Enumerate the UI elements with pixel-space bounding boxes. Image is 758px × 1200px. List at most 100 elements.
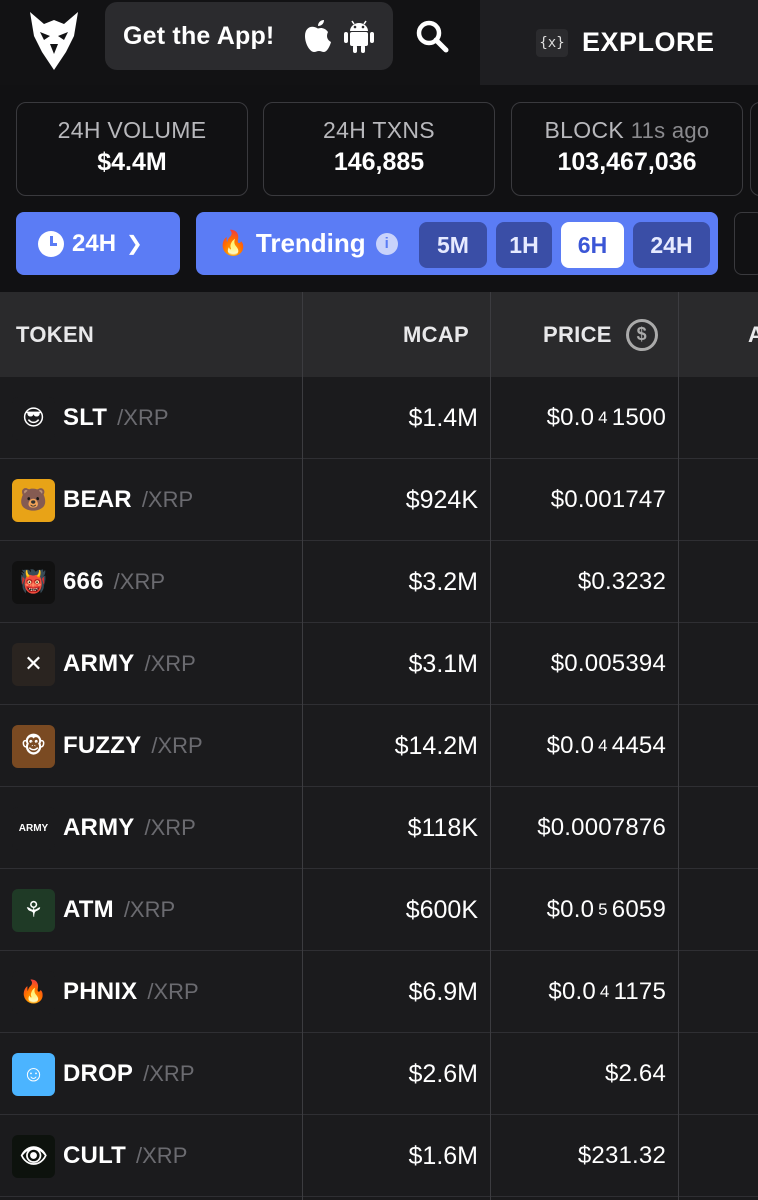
token-symbol: PHNIX	[63, 978, 138, 1005]
segment-24h[interactable]: 24H	[633, 222, 710, 268]
stat-label: BLOCK 11s ago	[544, 117, 710, 143]
search-icon[interactable]	[414, 18, 450, 54]
price-main: $2.64	[604, 1060, 666, 1087]
stat-block: BLOCK 11s ago 103,467,036	[511, 102, 743, 196]
token-symbol: ARMY	[63, 814, 135, 841]
table-row[interactable]: ⚘ ATM/XRP $600K $0.0 5 6059	[0, 869, 758, 951]
price-main: $0.0	[546, 404, 595, 431]
filter-edge[interactable]	[734, 212, 758, 275]
table-row[interactable]: ARMY ARMY/XRP $118K $0.0007876	[0, 787, 758, 869]
get-app-button[interactable]: Get the App!	[105, 2, 393, 70]
mcap-cell: $2.6M	[408, 1059, 478, 1088]
token-cell[interactable]: ARMY ARMY/XRP	[12, 787, 196, 869]
explore-label: EXPLORE	[582, 27, 715, 57]
price-main: $0.0	[546, 896, 595, 923]
token-avatar: ☺	[12, 1052, 55, 1096]
token-cell[interactable]: ⚘ ATM/XRP	[12, 869, 175, 951]
stat-value: 146,885	[333, 148, 425, 176]
token-symbol: ATM	[63, 896, 114, 923]
token-cell[interactable]: 😎 SLT/XRP	[12, 377, 169, 459]
token-cell[interactable]: 🔥 PHNIX/XRP	[12, 951, 199, 1033]
price-cell: $0.0 4 1175	[548, 951, 666, 1033]
top-bar: Get the App! {x} EXPLORE	[0, 0, 758, 85]
token-pair: /XRP	[143, 1061, 195, 1086]
info-icon[interactable]: i	[375, 232, 398, 255]
price-rest: 6059	[611, 896, 666, 923]
get-app-label: Get the App!	[123, 21, 275, 50]
table-row[interactable]: 👹 666/XRP $3.2M $0.3232	[0, 541, 758, 623]
trending-filter[interactable]: 🔥 Trending i 5M 1H 6H 24H	[196, 212, 718, 275]
apple-icon	[305, 20, 331, 52]
price-cell: $2.64	[605, 1033, 666, 1115]
token-symbol: DROP	[63, 1060, 134, 1087]
header-price-label: PRICE	[543, 321, 612, 347]
stats-area: 24H VOLUME $4.4M 24H TXNS 146,885 BLOCK …	[0, 85, 758, 292]
token-symbol: SLT	[63, 404, 108, 431]
price-main: $0.0007876	[537, 814, 666, 841]
stat-24h-txns: 24H TXNS 146,885	[263, 102, 495, 196]
table-row[interactable]: 👁 CULT/XRP $1.6M $231.32	[0, 1115, 758, 1197]
mcap-cell: $3.1M	[408, 649, 478, 678]
token-cell[interactable]: ☺ DROP/XRP	[12, 1033, 195, 1115]
token-cell[interactable]: ✕ ARMY/XRP	[12, 623, 196, 705]
header-next[interactable]: A	[748, 292, 758, 377]
header-token[interactable]: TOKEN	[16, 292, 94, 377]
column-divider	[302, 292, 303, 377]
mcap-cell: $3.2M	[408, 567, 478, 596]
price-zero-count: 4	[598, 408, 608, 427]
stat-label: 24H VOLUME	[57, 117, 207, 143]
header-price[interactable]: PRICE $	[543, 292, 658, 377]
owl-logo-icon[interactable]	[26, 8, 82, 72]
price-zero-count: 4	[598, 736, 608, 755]
price-main: $0.005394	[550, 650, 666, 677]
header-mcap[interactable]: MCAP	[403, 292, 469, 377]
mcap-cell: $924K	[405, 485, 478, 514]
table-row[interactable]: 🐵 FUZZY/XRP $14.2M $0.0 4 4454	[0, 705, 758, 787]
token-avatar: ✕	[12, 642, 55, 686]
price-main: $231.32	[577, 1142, 666, 1169]
segment-6h[interactable]: 6H	[561, 222, 624, 268]
timeframe-dropdown[interactable]: 24H ❯	[16, 212, 180, 275]
token-pair: /XRP	[151, 733, 203, 758]
currency-toggle-icon[interactable]: $	[625, 318, 658, 351]
stat-24h-volume: 24H VOLUME $4.4M	[16, 102, 248, 196]
token-pair: /XRP	[141, 487, 194, 512]
mcap-cell: $118K	[407, 813, 478, 842]
token-symbol: FUZZY	[63, 732, 142, 759]
price-cell: $0.0 4 1500	[547, 377, 666, 459]
mcap-cell: $1.4M	[408, 403, 478, 432]
table-row[interactable]: 🔥 PHNIX/XRP $6.9M $0.0 4 1175	[0, 951, 758, 1033]
price-main: $0.0	[548, 978, 596, 1005]
mcap-cell: $6.9M	[408, 977, 478, 1006]
timeframe-label: 24H	[72, 229, 117, 257]
column-divider	[302, 377, 303, 1200]
table-row[interactable]: 🐻 BEAR/XRP $924K $0.001747	[0, 459, 758, 541]
android-icon	[344, 20, 374, 53]
stat-label: 24H TXNS	[323, 117, 435, 143]
token-cell[interactable]: 👁 CULT/XRP	[12, 1115, 187, 1197]
trending-toggle[interactable]: 🔥 Trending i	[218, 212, 398, 275]
segment-5m[interactable]: 5M	[419, 222, 487, 268]
token-cell[interactable]: 🐻 BEAR/XRP	[12, 459, 193, 541]
table-row[interactable]: ✕ ARMY/XRP $3.1M $0.005394	[0, 623, 758, 705]
table-row[interactable]: 😎 SLT/XRP $1.4M $0.0 4 1500	[0, 377, 758, 459]
chevron-down-icon: ❯	[126, 233, 143, 255]
token-avatar: 👹	[12, 560, 55, 604]
price-main: $0.0	[546, 732, 595, 759]
column-divider	[678, 377, 679, 1200]
token-cell[interactable]: 👹 666/XRP	[12, 541, 165, 623]
token-pair: /XRP	[147, 979, 199, 1004]
stat-card-edge	[750, 102, 758, 196]
explore-button[interactable]: {x} EXPLORE	[480, 0, 758, 85]
price-rest: 1500	[611, 404, 666, 431]
price-cell: $231.32	[578, 1115, 666, 1197]
price-cell: $0.0 5 6059	[547, 869, 666, 951]
token-symbol: BEAR	[63, 486, 132, 513]
trending-label: Trending	[255, 228, 366, 258]
price-main: $0.001747	[550, 486, 666, 513]
token-avatar: 🔥	[12, 970, 55, 1014]
token-cell[interactable]: 🐵 FUZZY/XRP	[12, 705, 203, 787]
table-row[interactable]: ☺ DROP/XRP $2.6M $2.64	[0, 1033, 758, 1115]
token-pair: /XRP	[117, 405, 169, 430]
segment-1h[interactable]: 1H	[496, 222, 552, 268]
